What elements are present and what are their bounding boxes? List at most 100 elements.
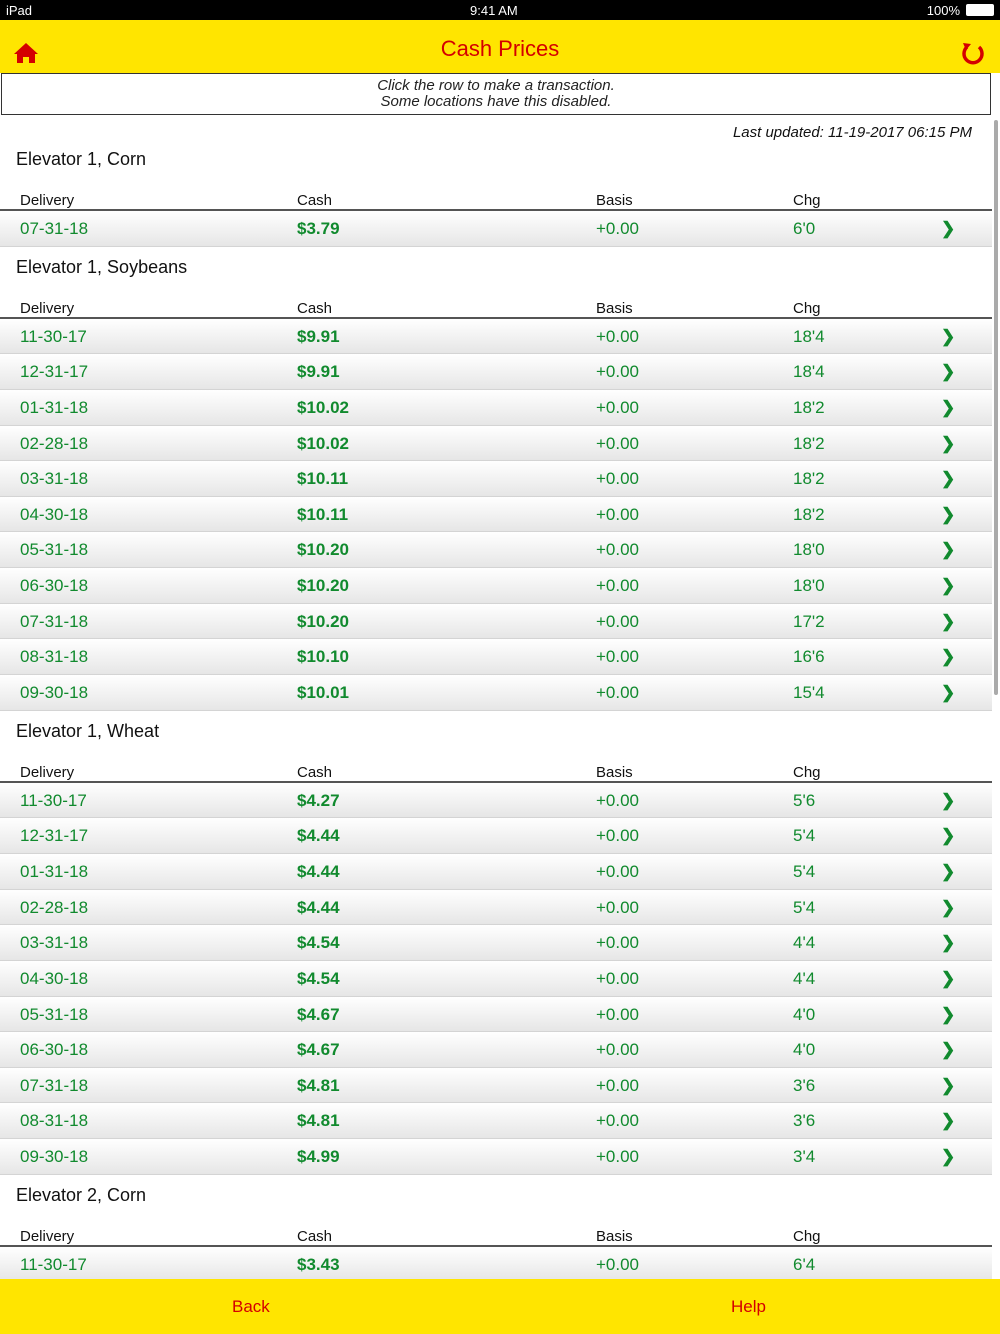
column-header: Delivery Cash Basis Chg: [0, 1223, 992, 1247]
cell-cash: $10.20: [297, 540, 349, 560]
cell-delivery: 06-30-18: [20, 576, 89, 596]
table-row[interactable]: 11-30-17 $3.43 +0.00 6'4: [0, 1246, 992, 1279]
chevron-right-icon: ❯: [941, 1147, 956, 1167]
table-row[interactable]: 02-28-18 $10.02 +0.00 18'2 ❯: [0, 425, 992, 462]
chevron-right-icon: ❯: [941, 219, 956, 238]
column-header-basis: Basis: [596, 1227, 633, 1245]
refresh-icon[interactable]: [960, 40, 986, 66]
cell-chg: 18'2: [793, 433, 825, 453]
table-row[interactable]: 11-30-17 $4.27 +0.00 5'6 ❯: [0, 782, 992, 819]
table-row[interactable]: 05-31-18 $4.67 +0.00 4'0 ❯: [0, 996, 992, 1033]
cell-cash: $4.54: [297, 933, 340, 953]
table-row[interactable]: 06-30-18 $10.20 +0.00 18'0 ❯: [0, 568, 992, 604]
chevron-right-icon: ❯: [941, 433, 956, 453]
table-row[interactable]: 04-30-18 $4.54 +0.00 4'4 ❯: [0, 960, 992, 997]
chevron-right-icon: ❯: [941, 469, 956, 489]
cell-chg: 4'0: [793, 1004, 816, 1024]
column-header-delivery: Delivery: [20, 299, 75, 317]
column-header-chg: Chg: [793, 1227, 821, 1245]
table-row[interactable]: 12-31-17 $4.44 +0.00 5'4 ❯: [0, 818, 992, 854]
transaction-notice: Click the row to make a transaction. Som…: [1, 73, 991, 115]
cell-chg: 17'2: [793, 611, 825, 631]
cell-cash: $4.67: [297, 1004, 340, 1024]
cell-basis: +0.00: [596, 861, 640, 881]
table-row[interactable]: 04-30-18 $10.11 +0.00 18'2 ❯: [0, 496, 992, 533]
cell-chg: 4'4: [793, 933, 816, 953]
cell-delivery: 03-31-18: [20, 469, 89, 489]
table-row[interactable]: 11-30-17 $9.91 +0.00 18'4 ❯: [0, 318, 992, 355]
back-button[interactable]: Back: [232, 1297, 270, 1317]
chevron-right-icon: ❯: [941, 968, 956, 988]
cell-delivery: 07-31-18: [20, 1075, 89, 1095]
chevron-right-icon: ❯: [941, 362, 956, 382]
chevron-right-icon: ❯: [941, 933, 956, 953]
cell-cash: $9.91: [297, 326, 340, 346]
chevron-right-icon: ❯: [941, 576, 956, 596]
cell-basis: +0.00: [596, 1254, 640, 1274]
column-header-delivery: Delivery: [20, 192, 75, 209]
table-row[interactable]: 03-31-18 $4.54 +0.00 4'4 ❯: [0, 925, 992, 961]
cell-chg: 3'6: [793, 1075, 816, 1095]
table-row[interactable]: 08-31-18 $4.81 +0.00 3'6 ❯: [0, 1103, 992, 1140]
table-row[interactable]: 03-31-18 $10.11 +0.00 18'2 ❯: [0, 461, 992, 497]
cell-cash: $4.67: [297, 1040, 340, 1060]
cell-delivery: 05-31-18: [20, 540, 89, 560]
chevron-right-icon: ❯: [941, 504, 956, 524]
cell-basis: +0.00: [596, 647, 640, 667]
chevron-right-icon: ❯: [941, 397, 956, 417]
cell-chg: 18'4: [793, 362, 825, 382]
column-header-chg: Chg: [793, 299, 821, 317]
column-header-chg: Chg: [793, 192, 821, 209]
column-header-cash: Cash: [297, 1227, 333, 1245]
cell-delivery: 08-31-18: [20, 647, 89, 667]
table-row[interactable]: 05-31-18 $10.20 +0.00 18'0 ❯: [0, 532, 992, 569]
cell-cash: $10.02: [297, 397, 349, 417]
cell-basis: +0.00: [596, 397, 640, 417]
cell-chg: 5'4: [793, 897, 816, 917]
table-row[interactable]: 09-30-18 $10.01 +0.00 15'4 ❯: [0, 675, 992, 711]
cell-chg: 15'4: [793, 683, 825, 703]
cell-chg: 6'4: [793, 1254, 816, 1274]
cell-basis: +0.00: [596, 1111, 640, 1131]
cell-basis: +0.00: [596, 469, 640, 489]
column-header: Delivery Cash Basis Chg: [0, 187, 992, 211]
table-row[interactable]: 08-31-18 $10.10 +0.00 16'6 ❯: [0, 639, 992, 676]
cell-basis: +0.00: [596, 504, 640, 524]
cell-cash: $4.44: [297, 826, 340, 846]
chevron-right-icon: ❯: [941, 790, 956, 810]
table-row[interactable]: 12-31-17 $9.91 +0.00 18'4 ❯: [0, 354, 992, 390]
cell-basis: +0.00: [596, 611, 640, 631]
column-header: Delivery Cash Basis Chg: [0, 759, 992, 783]
column-header-cash: Cash: [297, 299, 333, 317]
column-header-delivery: Delivery: [20, 1227, 75, 1245]
cell-delivery: 05-31-18: [20, 1004, 89, 1024]
cell-chg: 18'4: [793, 326, 825, 346]
table-row[interactable]: 09-30-18 $4.99 +0.00 3'4 ❯: [0, 1139, 992, 1175]
section-title: Elevator 1, Soybeans: [16, 256, 188, 277]
column-header-cash: Cash: [297, 192, 333, 209]
column-header-delivery: Delivery: [20, 763, 75, 781]
table-row[interactable]: 02-28-18 $4.44 +0.00 5'4 ❯: [0, 889, 992, 926]
cell-cash: $4.54: [297, 968, 340, 988]
cell-basis: +0.00: [596, 433, 640, 453]
cell-delivery: 02-28-18: [20, 897, 89, 917]
prices-list[interactable]: Last updated: 11-19-2017 06:15 PM Elevat…: [0, 115, 992, 1279]
column-header-basis: Basis: [596, 763, 633, 781]
help-button[interactable]: Help: [731, 1297, 766, 1317]
cell-delivery: 07-31-18: [20, 611, 89, 631]
cell-chg: 5'6: [793, 790, 816, 810]
table-row[interactable]: 07-31-18 $4.81 +0.00 3'6 ❯: [0, 1067, 992, 1104]
cell-basis: +0.00: [596, 362, 640, 382]
table-row[interactable]: 07-31-18 $3.79 +0.00 6'0 ❯: [0, 211, 992, 247]
scrollbar[interactable]: [994, 120, 998, 695]
cell-cash: $10.20: [297, 611, 349, 631]
table-row[interactable]: 01-31-18 $10.02 +0.00 18'2 ❯: [0, 389, 992, 426]
table-row[interactable]: 01-31-18 $4.44 +0.00 5'4 ❯: [0, 853, 992, 890]
table-row[interactable]: 06-30-18 $4.67 +0.00 4'0 ❯: [0, 1032, 992, 1068]
status-bar: iPad 9:41 AM 100%: [0, 0, 1000, 20]
cell-delivery: 11-30-17: [20, 790, 87, 810]
table-row[interactable]: 07-31-18 $10.20 +0.00 17'2 ❯: [0, 603, 992, 640]
cell-delivery: 07-31-18: [20, 219, 89, 238]
cell-basis: +0.00: [596, 790, 640, 810]
cell-delivery: 12-31-17: [20, 826, 89, 846]
